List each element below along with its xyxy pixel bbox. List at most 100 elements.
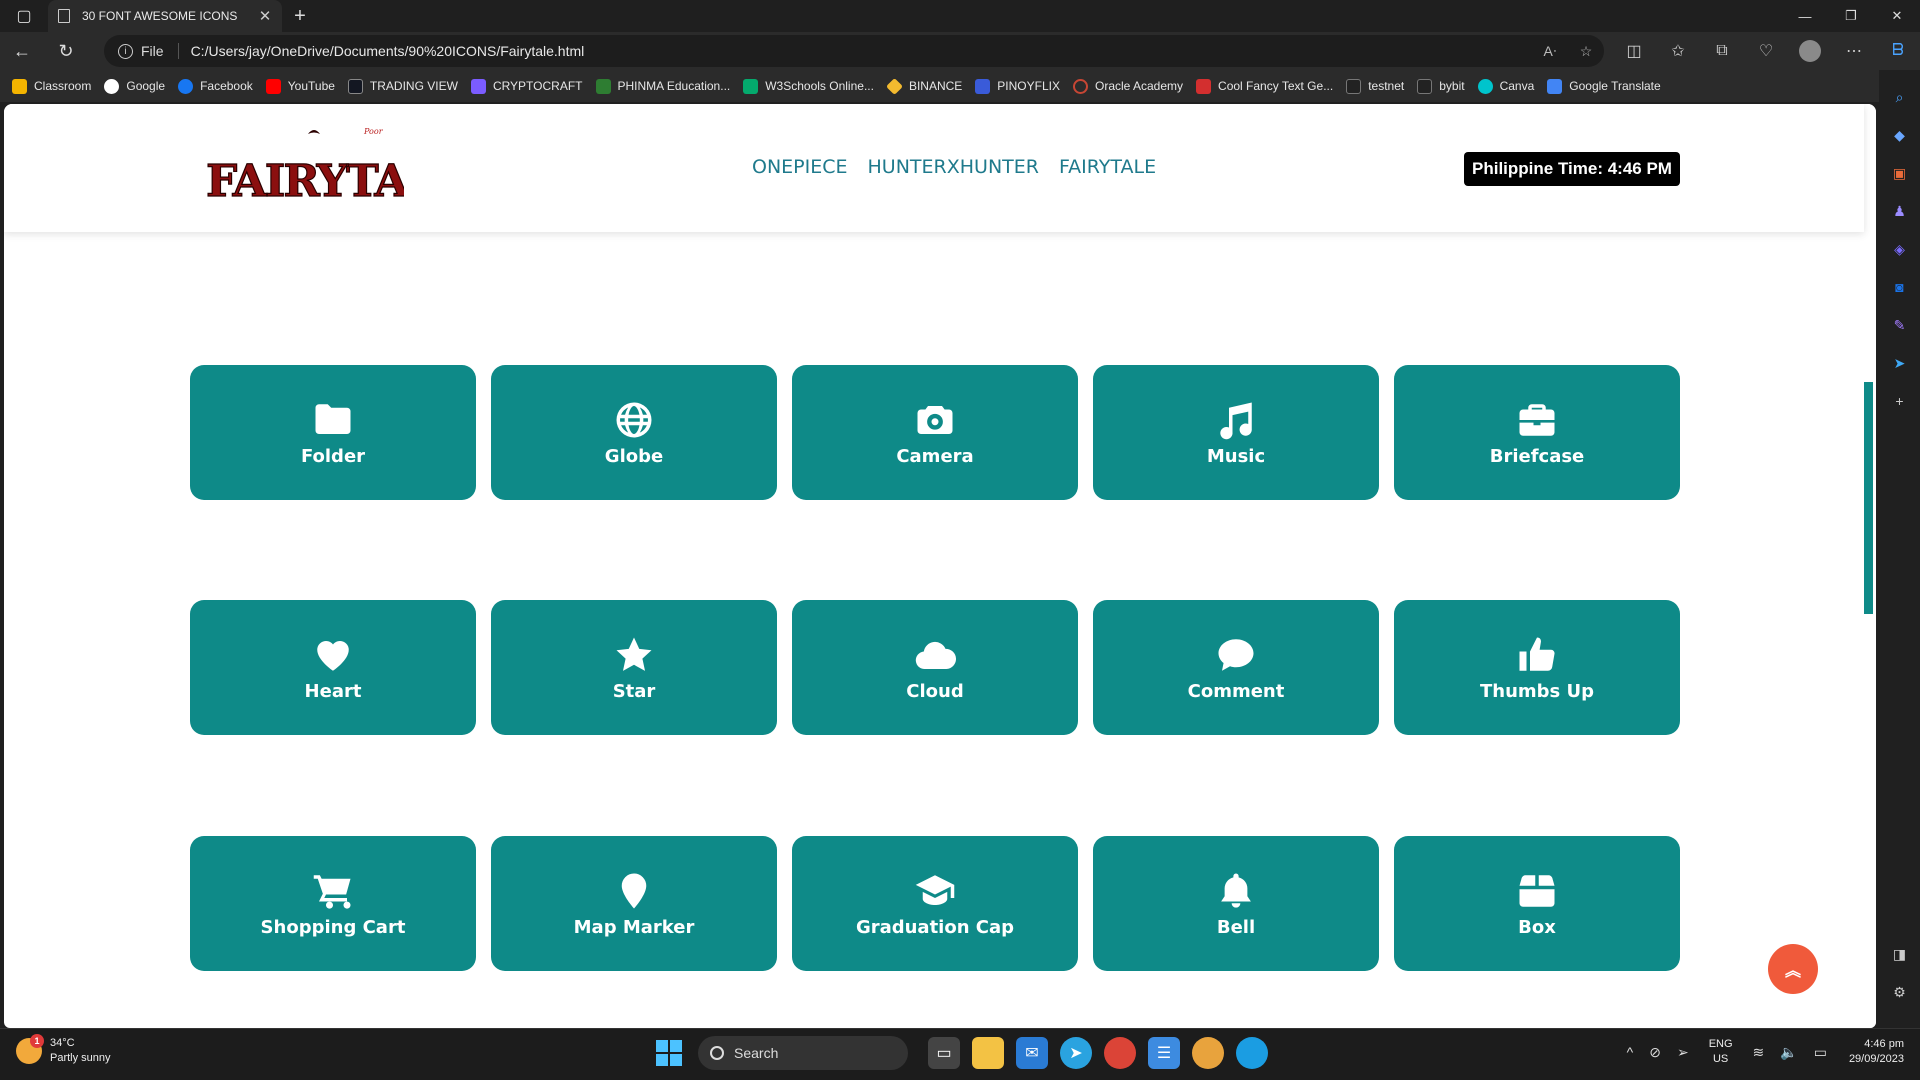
collections-icon[interactable]: ⧉ (1700, 42, 1744, 60)
taskbar-search[interactable]: Search (698, 1036, 908, 1070)
icon-card-heart[interactable]: Heart (190, 600, 476, 735)
add-sidebar-icon[interactable]: + (1886, 387, 1914, 415)
restore-icon[interactable]: ❐ (1828, 0, 1874, 32)
battery-icon[interactable]: ▭ (1814, 1044, 1827, 1061)
icon-card-music[interactable]: Music (1093, 365, 1379, 500)
bookmark-item[interactable]: PINOYFLIX (975, 78, 1060, 94)
close-window-icon[interactable]: ✕ (1874, 0, 1920, 32)
scroll-to-top-button[interactable]: ︽ (1768, 944, 1818, 994)
location-icon[interactable]: ➢ (1677, 1044, 1689, 1061)
bookmark-item[interactable]: testnet (1346, 78, 1404, 94)
info-icon[interactable]: i (118, 43, 133, 59)
bookmark-item[interactable]: PHINMA Education... (595, 78, 730, 94)
icon-card-folder[interactable]: Folder (190, 365, 476, 500)
games-icon[interactable]: ♟ (1886, 197, 1914, 225)
page-scrollbar[interactable] (1864, 104, 1876, 1028)
designer-icon[interactable]: ✎ (1886, 311, 1914, 339)
shopping-cart-icon (311, 869, 355, 913)
start-button[interactable] (656, 1040, 682, 1066)
cloud-icon (913, 633, 957, 677)
copilot-icon[interactable]: ᗷ (1876, 42, 1920, 60)
browser-toolbar: ← ↻ i File C:/Users/jay/OneDrive/Documen… (0, 32, 1920, 70)
tools-icon[interactable]: ▣ (1886, 159, 1914, 187)
telegram-icon[interactable]: ➤ (1886, 349, 1914, 377)
bookmark-item[interactable]: Facebook (178, 78, 253, 94)
icon-card-star[interactable]: Star (491, 600, 777, 735)
chrome-dev-icon[interactable] (1192, 1037, 1224, 1069)
microsoft365-icon[interactable]: ◈ (1886, 235, 1914, 263)
address-scheme: File (141, 43, 164, 59)
icon-card-thumbs-up[interactable]: Thumbs Up (1394, 600, 1680, 735)
chevron-up-icon[interactable]: ^ (1627, 1044, 1634, 1060)
telegram-icon[interactable]: ➤ (1060, 1037, 1092, 1069)
icon-card-comment[interactable]: Comment (1093, 600, 1379, 735)
profile-avatar[interactable] (1799, 40, 1821, 62)
icon-card-briefcase[interactable]: Briefcase (1394, 365, 1680, 500)
outlook-icon[interactable]: ◙ (1886, 273, 1914, 301)
bookmark-item[interactable]: BINANCE (885, 77, 962, 95)
language-indicator[interactable]: ENG US (1709, 1037, 1733, 1067)
notifications-off-icon[interactable]: ⊘ (1649, 1044, 1661, 1061)
nav-link-hunterxhunter[interactable]: HUNTERXHUNTER (868, 156, 1039, 178)
bookmark-item[interactable]: YouTube (265, 78, 335, 94)
tab-actions-icon[interactable]: ▢ (0, 0, 48, 32)
icon-card-globe[interactable]: Globe (491, 365, 777, 500)
edge-icon[interactable] (1236, 1037, 1268, 1069)
back-button[interactable]: ← (0, 35, 44, 67)
close-tab-icon[interactable]: ✕ (258, 7, 272, 25)
bookmark-item[interactable]: W3Schools Online... (743, 78, 874, 94)
favorites-icon[interactable]: ✩ (1656, 41, 1700, 61)
hide-sidebar-icon[interactable]: ◨ (1886, 940, 1914, 968)
fairytail-logo[interactable]: FAIRYTAIL Poor (204, 116, 457, 216)
favorite-star-icon[interactable]: ☆ (1568, 43, 1604, 60)
address-url[interactable]: C:/Users/jay/OneDrive/Documents/90%20ICO… (191, 43, 1532, 59)
refresh-button[interactable]: ↻ (44, 35, 88, 67)
bookmark-item[interactable]: Cool Fancy Text Ge... (1196, 78, 1333, 94)
icon-card-camera[interactable]: Camera (792, 365, 1078, 500)
weather-widget[interactable]: 1 34°C Partly sunny (16, 1033, 111, 1064)
bookmark-item[interactable]: Canva (1477, 78, 1534, 94)
file-explorer-icon[interactable] (972, 1037, 1004, 1069)
browser-essentials-icon[interactable]: ♡ (1744, 41, 1788, 61)
icon-card-map-marker[interactable]: Map Marker (491, 836, 777, 971)
split-screen-icon[interactable]: ◫ (1612, 41, 1656, 61)
document-icon (58, 9, 70, 23)
icon-card-bell[interactable]: Bell (1093, 836, 1379, 971)
minimize-icon[interactable]: — (1782, 0, 1828, 32)
bookmark-item[interactable]: Google Translate (1547, 78, 1661, 94)
scrollbar-thumb[interactable] (1864, 382, 1873, 614)
icon-card-shopping-cart[interactable]: Shopping Cart (190, 836, 476, 971)
clock-datetime[interactable]: 4:46 pm 29/09/2023 (1849, 1037, 1904, 1067)
bookmark-item[interactable]: Classroom (12, 78, 91, 94)
shopping-tag-icon[interactable]: ◆ (1886, 121, 1914, 149)
card-label: Map Marker (573, 917, 695, 938)
search-icon[interactable]: ⌕ (1886, 83, 1914, 111)
mail-icon[interactable]: ✉ (1016, 1037, 1048, 1069)
browser-tab[interactable]: 30 FONT AWESOME ICONS ✕ (48, 0, 282, 32)
bookmark-item[interactable]: TRADING VIEW (347, 78, 458, 94)
wifi-icon[interactable]: ≋ (1753, 1044, 1765, 1061)
icon-card-graduation-cap[interactable]: Graduation Cap (792, 836, 1078, 971)
address-bar[interactable]: i File C:/Users/jay/OneDrive/Documents/9… (104, 35, 1604, 67)
thumbs-up-icon (1515, 633, 1559, 677)
notepad-icon[interactable]: ☰ (1148, 1037, 1180, 1069)
read-aloud-icon[interactable]: Aᐧ (1532, 43, 1568, 60)
search-icon (710, 1046, 724, 1060)
bookmark-item[interactable]: Google (104, 78, 165, 94)
chevrons-up-icon: ︽ (1784, 963, 1801, 980)
nav-link-onepiece[interactable]: ONEPIECE (752, 156, 848, 178)
chrome-icon[interactable] (1104, 1037, 1136, 1069)
new-tab-button[interactable]: + (282, 0, 318, 32)
task-view-icon[interactable]: ▭ (928, 1037, 960, 1069)
more-menu-icon[interactable]: ⋯ (1832, 41, 1876, 61)
nav-link-fairytale[interactable]: FAIRYTALE (1059, 156, 1156, 178)
sidebar-settings-icon[interactable]: ⚙ (1886, 978, 1914, 1006)
volume-icon[interactable]: 🔈 (1780, 1044, 1797, 1061)
box-icon (1515, 869, 1559, 913)
card-label: Heart (304, 681, 362, 702)
bookmark-item[interactable]: bybit (1417, 78, 1465, 94)
icon-card-cloud[interactable]: Cloud (792, 600, 1078, 735)
icon-card-box[interactable]: Box (1394, 836, 1680, 971)
bookmark-item[interactable]: CRYPTOCRAFT (470, 78, 583, 94)
bookmark-item[interactable]: Oracle Academy (1072, 78, 1183, 94)
